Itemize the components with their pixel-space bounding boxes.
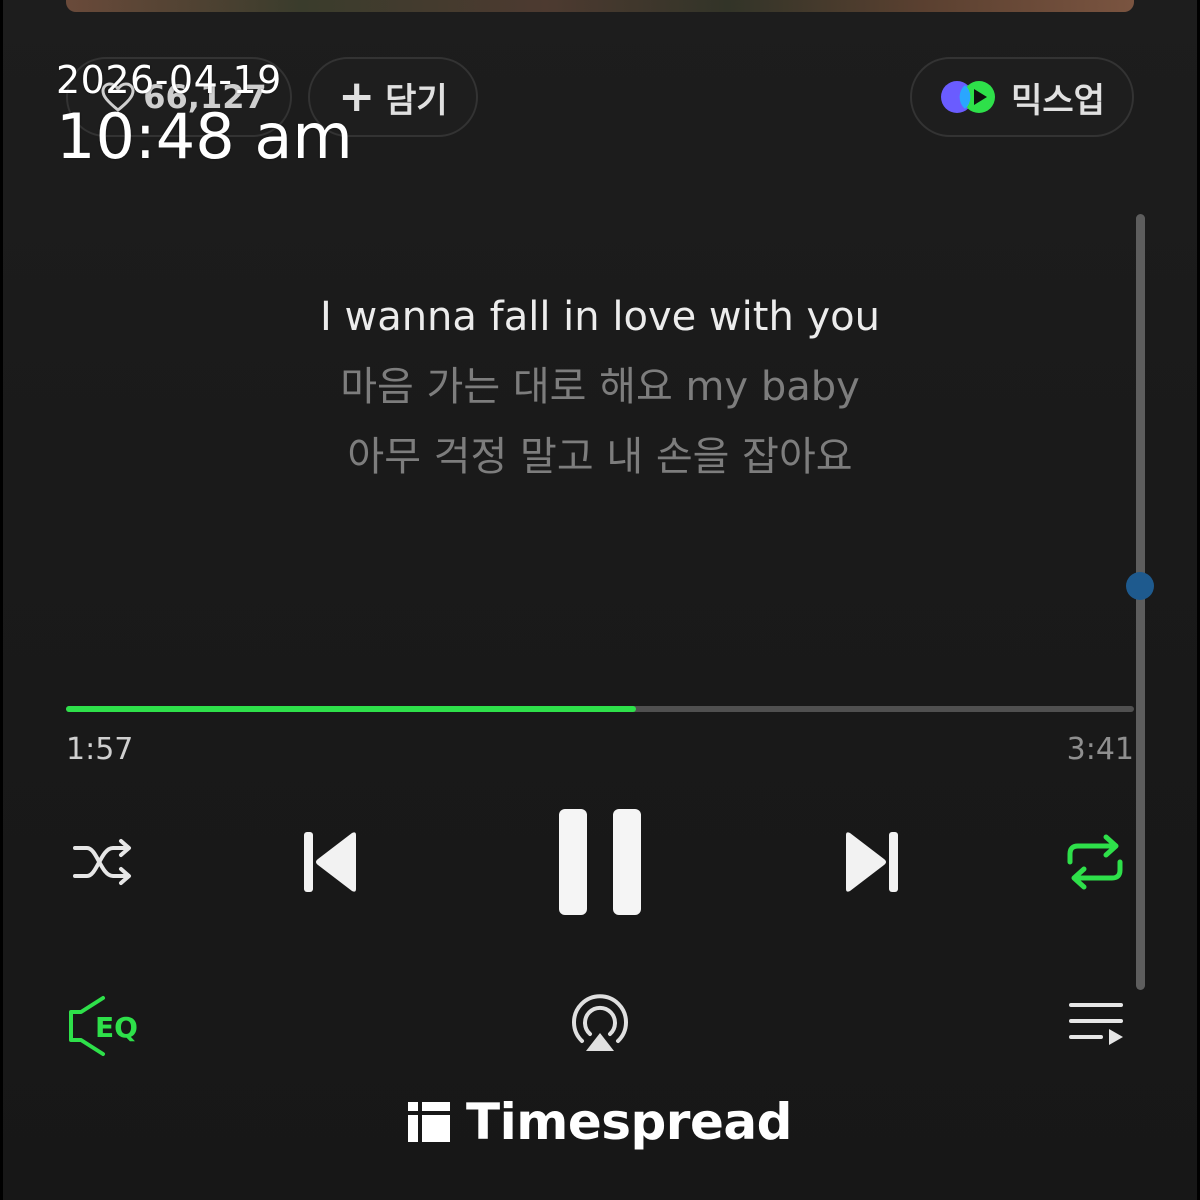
eq-button[interactable]: EQ xyxy=(64,992,148,1060)
mixup-label: 믹스업 xyxy=(1011,80,1105,121)
timespread-watermark: Timespread xyxy=(406,1093,792,1151)
playlist-button[interactable] xyxy=(1066,996,1126,1056)
shuffle-button[interactable] xyxy=(66,828,142,896)
progress-bar[interactable] xyxy=(66,706,1134,712)
repeat-icon xyxy=(1067,834,1123,890)
mixup-icon xyxy=(941,81,996,113)
airplay-button[interactable] xyxy=(564,992,636,1056)
airplay-icon xyxy=(572,994,628,1051)
shuffle-icon xyxy=(73,839,131,885)
timespread-logo-icon xyxy=(408,1102,450,1142)
eq-label: EQ xyxy=(95,1011,138,1044)
screen-edge-left xyxy=(0,0,3,1200)
eq-icon: EQ xyxy=(69,996,138,1056)
repeat-button[interactable] xyxy=(1060,828,1130,896)
music-player-screen: 66,127 + 담기 믹스업 2026-04-19 10:48 am I wa… xyxy=(0,0,1200,1200)
lyrics-scrollbar[interactable] xyxy=(1136,214,1145,990)
watermark-brand: Timespread xyxy=(466,1093,792,1151)
lyric-line[interactable]: 아무 걱정 말고 내 손을 잡아요 xyxy=(200,422,1000,492)
current-time: 1:57 xyxy=(66,732,134,767)
progress-fill xyxy=(66,706,637,712)
pause-button[interactable] xyxy=(556,806,644,918)
previous-button[interactable] xyxy=(298,828,362,896)
add-label: 담기 xyxy=(385,80,448,121)
lyric-line-current[interactable]: I wanna fall in love with you xyxy=(200,282,1000,352)
playlist-icon xyxy=(1069,1003,1123,1045)
total-time: 3:41 xyxy=(1066,732,1134,767)
timestamp-date: 2026-04-19 xyxy=(56,58,282,102)
next-button[interactable] xyxy=(840,828,904,896)
mixup-button[interactable]: 믹스업 xyxy=(910,57,1134,137)
timestamp-time: 10:48 am xyxy=(56,100,353,173)
lyrics-panel[interactable]: I wanna fall in love with you 마음 가는 대로 해… xyxy=(200,282,1000,492)
lyrics-scroll-thumb[interactable] xyxy=(1126,572,1154,601)
previous-icon xyxy=(304,832,356,892)
lyric-line[interactable]: 마음 가는 대로 해요 my baby xyxy=(200,352,1000,422)
timestamp-overlay: 2026-04-19 10:48 am xyxy=(56,58,353,172)
album-art-edge xyxy=(66,0,1134,12)
pause-icon xyxy=(559,809,641,915)
next-icon xyxy=(846,832,898,892)
